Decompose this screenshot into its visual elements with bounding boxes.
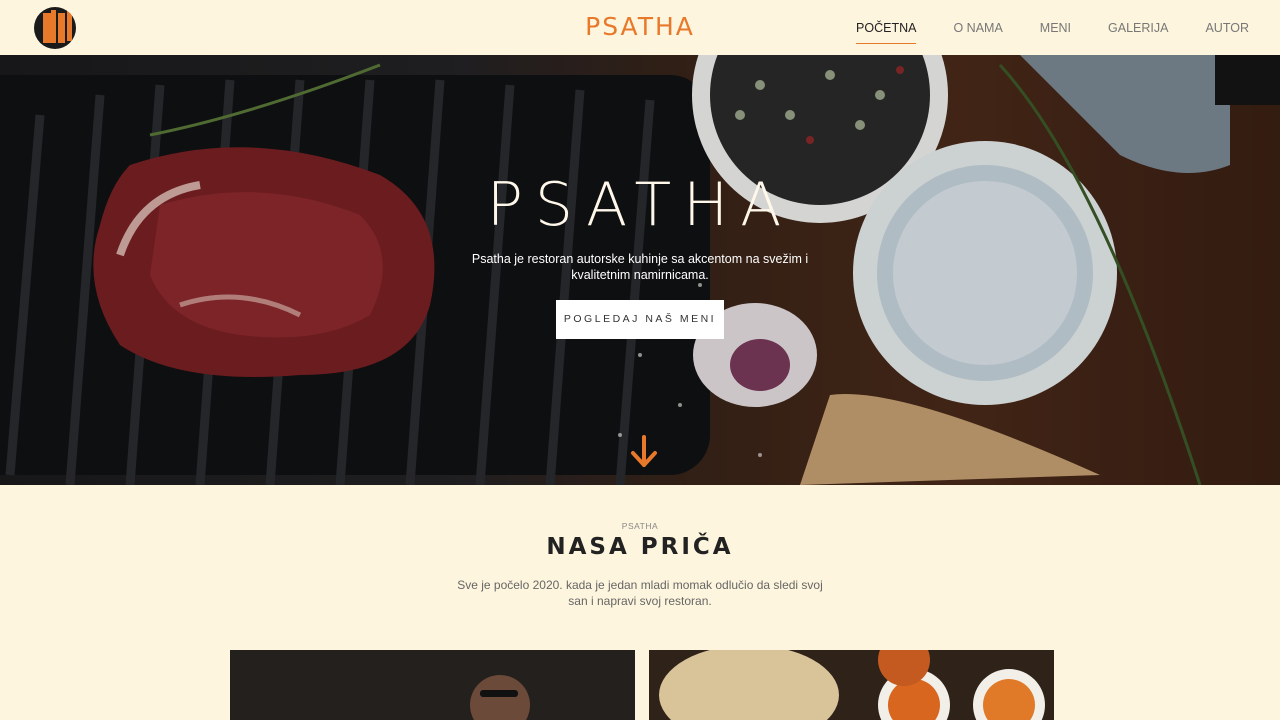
- nav-item-galerija[interactable]: GALERIJA: [1108, 0, 1168, 55]
- logo[interactable]: [34, 7, 76, 49]
- view-menu-button[interactable]: POGLEDAJ NAŠ MENI: [556, 300, 724, 339]
- site-header: PSATHA POČETNA O NAMA MENI GALERIJA AUTO…: [0, 0, 1280, 55]
- hero-title: PSATHA: [486, 170, 794, 240]
- chef-photo: [230, 650, 635, 720]
- nav-item-o-nama[interactable]: O NAMA: [953, 0, 1002, 55]
- section-kicker: PSATHA: [621, 521, 659, 531]
- nav-item-meni[interactable]: MENI: [1040, 0, 1071, 55]
- hero-subtitle: Psatha je restoran autorske kuhinje sa a…: [471, 252, 809, 282]
- nav-item-pocetna[interactable]: POČETNA: [856, 0, 917, 55]
- hero-banner: PSATHA Psatha je restoran autorske kuhin…: [0, 55, 1280, 485]
- main-nav: POČETNA O NAMA MENI GALERIJA AUTOR: [819, 0, 1249, 55]
- section-text: Sve je počelo 2020. kada je jedan mladi …: [457, 578, 823, 608]
- arrow-down-icon[interactable]: [630, 435, 658, 469]
- nav-item-autor[interactable]: AUTOR: [1205, 0, 1249, 55]
- hero-content: PSATHA Psatha je restoran autorske kuhin…: [0, 165, 1280, 339]
- food-photo: [649, 650, 1054, 720]
- section-title: NASA PRIČA: [546, 534, 734, 560]
